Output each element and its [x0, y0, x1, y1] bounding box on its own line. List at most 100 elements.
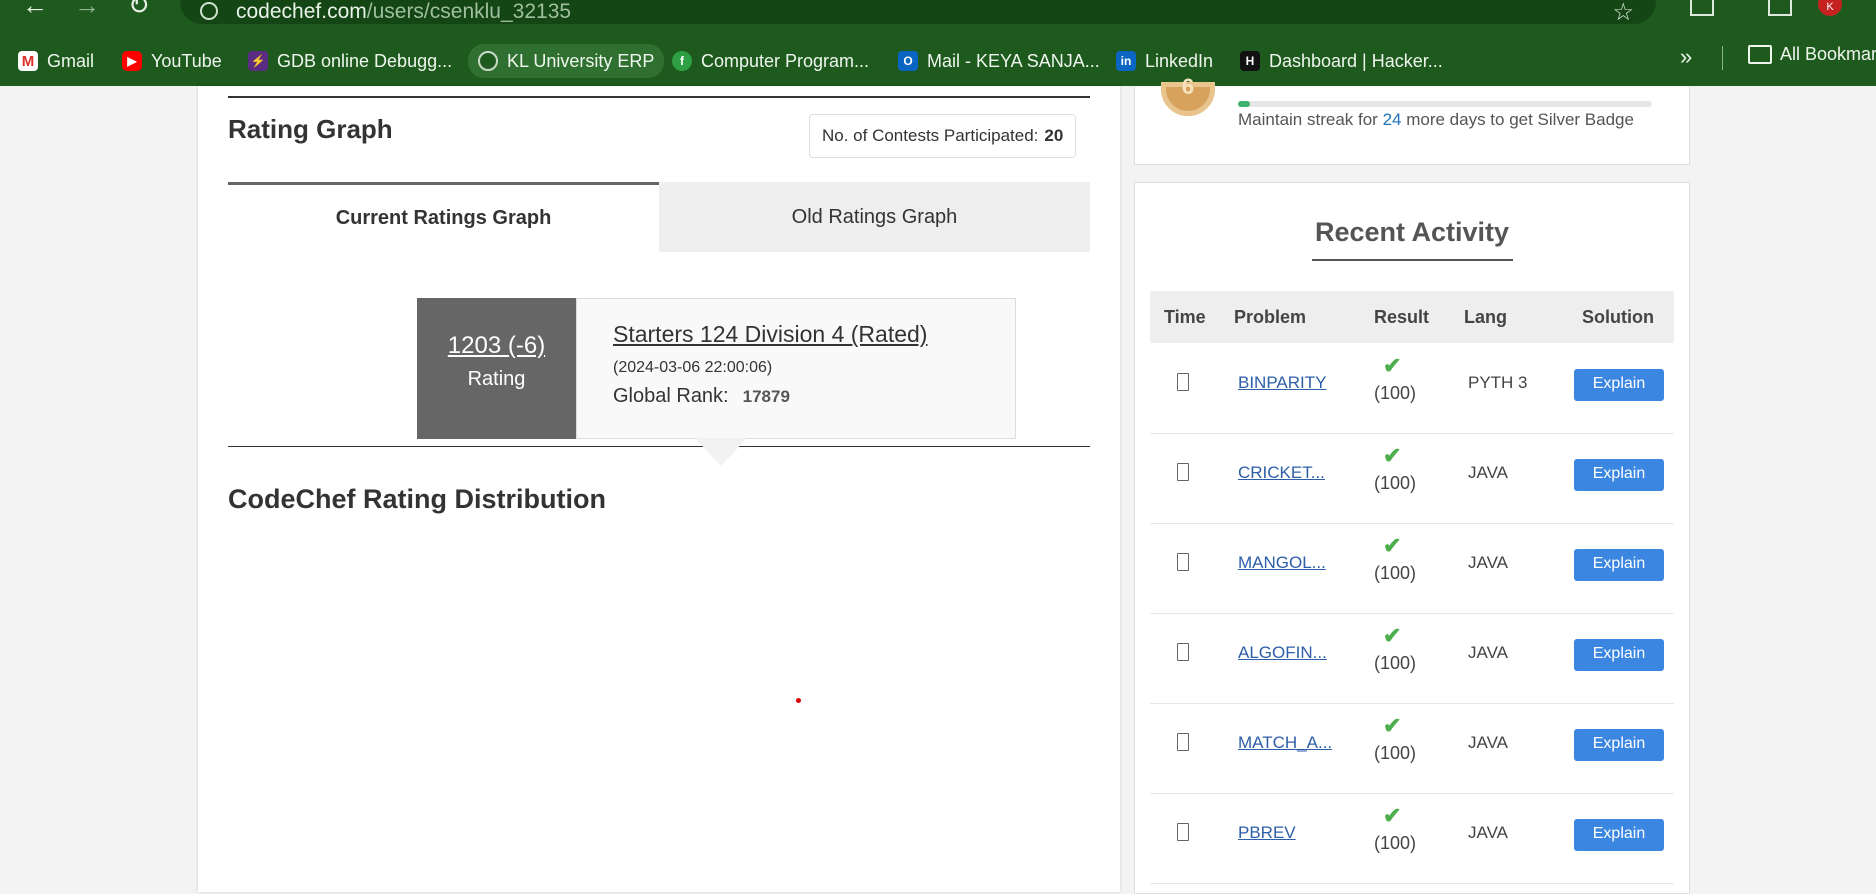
bookmark-computer-programming[interactable]: f Computer Program... [672, 46, 869, 76]
bookmarks-bar: M Gmail ▶ YouTube ⚡ GDB online Debugg...… [0, 40, 1876, 78]
forward-arrow-icon[interactable]: → [74, 0, 100, 18]
rating-graph-panel: Rating Graph No. of Contests Participate… [198, 86, 1120, 892]
time-icon [1177, 553, 1189, 571]
result-score: (100) [1374, 743, 1417, 763]
language-label: JAVA [1468, 643, 1508, 662]
streak-progress-fill [1238, 101, 1251, 107]
result-score: (100) [1374, 383, 1417, 403]
contest-name-link[interactable]: Starters 124 Division 4 (Rated) [613, 321, 927, 348]
codechef-icon: f [672, 51, 692, 71]
bookmark-linkedin[interactable]: in LinkedIn [1116, 46, 1213, 76]
check-icon: ✔ [1383, 623, 1402, 648]
time-icon [1177, 823, 1189, 841]
bookmark-star-icon[interactable]: ☆ [1612, 0, 1634, 27]
linkedin-icon: in [1116, 51, 1136, 71]
activity-table-header: Time Problem Result Lang Solution [1150, 291, 1674, 343]
result-score: (100) [1374, 653, 1417, 673]
streak-progress-bar [1238, 101, 1652, 107]
table-row: BINPARITY ✔ (100) PYTH 3 Explain [1150, 343, 1674, 434]
time-icon [1177, 643, 1189, 661]
site-info-icon[interactable] [200, 2, 218, 20]
recent-activity-title: Recent Activity [1314, 217, 1510, 247]
problem-link[interactable]: BINPARITY [1238, 373, 1326, 393]
problem-link[interactable]: MATCH_A... [1238, 733, 1332, 753]
rating-graph-title: Rating Graph [228, 114, 393, 144]
bookmark-mail[interactable]: O Mail - KEYA SANJA... [898, 46, 1100, 76]
tab-current-ratings-graph[interactable]: Current Ratings Graph [228, 182, 659, 252]
result-score: (100) [1374, 563, 1417, 583]
problem-link[interactable]: ALGOFIN... [1238, 643, 1327, 663]
result-score: (100) [1374, 833, 1417, 853]
explain-button[interactable]: Explain [1574, 369, 1664, 401]
global-rank-value: 17879 [742, 387, 790, 406]
explain-button[interactable]: Explain [1574, 549, 1664, 581]
language-label: JAVA [1468, 823, 1508, 842]
column-header-lang: Lang [1464, 307, 1507, 327]
section-top-divider [228, 96, 1090, 98]
all-bookmarks-button[interactable]: All Bookmarks [1748, 44, 1876, 65]
explain-button[interactable]: Explain [1574, 459, 1664, 491]
streak-panel: 6 Maintain streak for 24 more days to ge… [1134, 74, 1690, 165]
rating-distribution-title: CodeChef Rating Distribution [228, 484, 606, 514]
problem-link[interactable]: MANGOL... [1238, 553, 1326, 573]
contest-date: (2024-03-06 22:00:06) [613, 359, 773, 376]
table-row: MATCH_A... ✔ (100) JAVA Explain [1150, 703, 1674, 794]
outlook-icon: O [898, 51, 918, 71]
reload-icon[interactable]: ↻ [128, 0, 150, 18]
url-text[interactable]: codechef.com/users/csenklu_32135 [236, 0, 571, 24]
explain-button[interactable]: Explain [1574, 639, 1664, 671]
column-header-solution: Solution [1582, 307, 1654, 327]
rating-value-link[interactable]: 1203 (-6) [417, 332, 576, 360]
browser-chrome: ← → ↻ codechef.com/users/csenklu_32135 ☆… [0, 0, 1876, 86]
check-icon: ✔ [1383, 803, 1402, 828]
rating-tooltip-value: 1203 (-6) Rating [417, 298, 576, 439]
problem-link[interactable]: PBREV [1238, 823, 1296, 843]
check-icon: ✔ [1383, 533, 1402, 558]
streak-message: Maintain streak for 24 more days to get … [1238, 110, 1634, 129]
result-score: (100) [1374, 473, 1417, 493]
contests-participated-value: 20 [1044, 126, 1064, 145]
back-arrow-icon[interactable]: ← [22, 0, 48, 18]
table-row: CRICKET... ✔ (100) JAVA Explain [1150, 433, 1674, 524]
language-label: JAVA [1468, 463, 1508, 482]
rating-tooltip-details: Starters 124 Division 4 (Rated) (2024-03… [576, 298, 1016, 439]
gdb-icon: ⚡ [248, 51, 268, 71]
explain-button[interactable]: Explain [1574, 729, 1664, 761]
bookmarks-overflow-chevron-icon[interactable]: » [1680, 44, 1692, 70]
streak-medal-icon: 6 [1161, 74, 1215, 116]
bookmark-kl-erp[interactable]: KL University ERP [468, 44, 665, 78]
table-row: ALGOFIN... ✔ (100) JAVA Explain [1150, 613, 1674, 704]
table-row: MANGOL... ✔ (100) JAVA Explain [1150, 523, 1674, 614]
table-row: PBREV ✔ (100) JAVA Explain [1150, 793, 1674, 884]
check-icon: ✔ [1383, 443, 1402, 468]
language-label: PYTH 3 [1468, 373, 1528, 392]
bookmarks-separator [1722, 46, 1723, 70]
column-header-time: Time [1164, 307, 1206, 327]
bookmark-gdb[interactable]: ⚡ GDB online Debugg... [248, 46, 452, 76]
distribution-marker [796, 698, 801, 703]
time-icon [1177, 373, 1189, 391]
bookmark-gmail[interactable]: M Gmail [18, 46, 94, 76]
bookmark-hackerrank[interactable]: H Dashboard | Hacker... [1240, 46, 1443, 76]
explain-button[interactable]: Explain [1574, 819, 1664, 851]
graph-baseline [228, 446, 1090, 447]
tooltip-pointer [695, 438, 747, 466]
language-label: JAVA [1468, 733, 1508, 752]
time-icon [1177, 463, 1189, 481]
problem-link[interactable]: CRICKET... [1238, 463, 1325, 483]
extensions-icon[interactable] [1690, 0, 1714, 16]
hackerrank-icon: H [1240, 51, 1260, 71]
bookmark-youtube[interactable]: ▶ YouTube [122, 46, 222, 76]
global-rank: Global Rank: 17879 [613, 385, 790, 407]
check-icon: ✔ [1383, 713, 1402, 738]
side-panel-icon[interactable] [1768, 0, 1792, 16]
check-icon: ✔ [1383, 353, 1402, 378]
profile-avatar[interactable]: K [1818, 0, 1842, 16]
recent-activity-panel: Recent Activity Time Problem Result Lang… [1134, 182, 1690, 894]
contests-participated-badge: No. of Contests Participated: 20 [809, 114, 1077, 158]
address-bar[interactable]: codechef.com/users/csenklu_32135 ☆ [180, 0, 1656, 27]
column-header-problem: Problem [1234, 307, 1307, 327]
youtube-icon: ▶ [122, 51, 142, 71]
tab-old-ratings-graph[interactable]: Old Ratings Graph [659, 182, 1090, 252]
column-header-result: Result [1374, 307, 1430, 327]
